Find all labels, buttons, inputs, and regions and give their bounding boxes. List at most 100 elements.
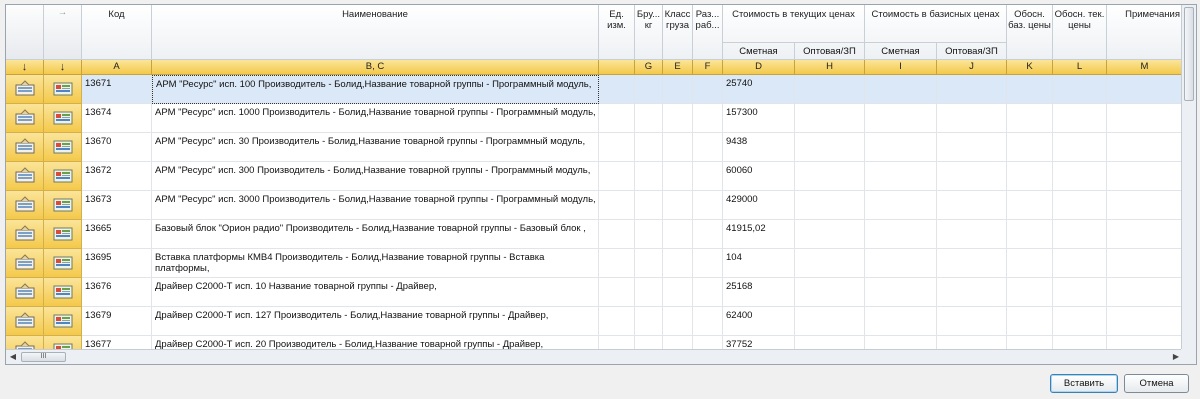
details-row-icon[interactable]	[44, 133, 82, 162]
header-arrow-col1[interactable]	[6, 5, 44, 60]
cell-kod[interactable]: 13665	[82, 220, 152, 249]
vertical-scrollbar[interactable]	[1181, 5, 1196, 350]
cell-empty[interactable]	[1107, 133, 1183, 162]
cell-empty[interactable]	[635, 162, 663, 191]
cell-empty[interactable]	[693, 278, 723, 307]
cell-empty[interactable]	[693, 249, 723, 278]
cell-empty[interactable]	[937, 191, 1007, 220]
cell-empty[interactable]	[865, 220, 937, 249]
cell-empty[interactable]	[795, 162, 865, 191]
cell-empty[interactable]	[795, 104, 865, 133]
header-base-smetn[interactable]: Сметная	[865, 42, 937, 60]
cell-empty[interactable]	[795, 307, 865, 336]
insert-row-icon[interactable]	[6, 249, 44, 278]
insert-row-icon[interactable]	[6, 278, 44, 307]
cell-empty[interactable]	[663, 249, 693, 278]
cell-empty[interactable]	[663, 220, 693, 249]
cell-empty[interactable]	[663, 278, 693, 307]
details-row-icon[interactable]	[44, 104, 82, 133]
cell-empty[interactable]	[1053, 162, 1107, 191]
cell-empty[interactable]	[599, 220, 635, 249]
cell-kod[interactable]: 13672	[82, 162, 152, 191]
header-cur-smetn[interactable]: Сметная	[723, 42, 795, 60]
table-row[interactable]: 13674 АРМ "Ресурс" исп. 1000 Производител…	[6, 104, 1183, 133]
details-row-icon[interactable]	[44, 162, 82, 191]
cell-price[interactable]: 25740	[723, 75, 795, 104]
cell-empty[interactable]	[599, 75, 635, 104]
horizontal-scrollbar[interactable]: ◀ III ▶	[6, 349, 1183, 364]
cell-empty[interactable]	[635, 104, 663, 133]
cell-empty[interactable]	[1053, 75, 1107, 104]
cell-name[interactable]: АРМ "Ресурс" исп. 100 Производитель - Бо…	[152, 75, 599, 104]
cell-empty[interactable]	[1007, 162, 1053, 191]
cell-empty[interactable]	[1007, 307, 1053, 336]
header-brutto[interactable]: Бру... кг	[635, 5, 663, 60]
cell-empty[interactable]	[1107, 278, 1183, 307]
cell-kod[interactable]: 13679	[82, 307, 152, 336]
cell-empty[interactable]	[937, 249, 1007, 278]
cell-empty[interactable]	[663, 162, 693, 191]
cell-empty[interactable]	[1107, 191, 1183, 220]
cell-kod[interactable]: 13695	[82, 249, 152, 278]
cell-empty[interactable]	[795, 191, 865, 220]
cell-empty[interactable]	[865, 133, 937, 162]
insert-row-icon[interactable]	[6, 307, 44, 336]
cell-empty[interactable]	[1107, 162, 1183, 191]
cell-empty[interactable]	[693, 75, 723, 104]
header-arrow-col2[interactable]: →	[44, 5, 82, 60]
cell-empty[interactable]	[1007, 191, 1053, 220]
cell-empty[interactable]	[1007, 220, 1053, 249]
header-unit[interactable]: Ед. изм.	[599, 5, 635, 60]
cell-empty[interactable]	[635, 307, 663, 336]
cell-empty[interactable]	[693, 162, 723, 191]
sort-down-icon[interactable]: ↓	[6, 60, 44, 75]
cell-price[interactable]: 157300	[723, 104, 795, 133]
cell-empty[interactable]	[635, 133, 663, 162]
scroll-left-icon[interactable]: ◀	[7, 351, 19, 363]
insert-button[interactable]: Вставить	[1050, 374, 1118, 393]
table-row[interactable]: 13695 Вставка платформы КМВ4 Производител…	[6, 249, 1183, 278]
cell-name[interactable]: Драйвер С2000-Т исп. 10 Название товарно…	[152, 278, 599, 307]
cell-empty[interactable]	[1053, 133, 1107, 162]
cell-price[interactable]: 9438	[723, 133, 795, 162]
details-row-icon[interactable]	[44, 191, 82, 220]
cell-empty[interactable]	[635, 249, 663, 278]
cell-empty[interactable]	[937, 104, 1007, 133]
cell-empty[interactable]	[1007, 278, 1053, 307]
details-row-icon[interactable]	[44, 249, 82, 278]
cell-empty[interactable]	[1107, 249, 1183, 278]
insert-row-icon[interactable]	[6, 75, 44, 104]
cell-empty[interactable]	[599, 278, 635, 307]
cancel-button[interactable]: Отмена	[1124, 374, 1189, 393]
cell-empty[interactable]	[937, 75, 1007, 104]
cell-empty[interactable]	[937, 162, 1007, 191]
cell-price[interactable]: 62400	[723, 307, 795, 336]
cell-empty[interactable]	[693, 307, 723, 336]
cell-empty[interactable]	[693, 220, 723, 249]
cell-empty[interactable]	[1007, 75, 1053, 104]
table-row[interactable]: 13671 АРМ "Ресурс" исп. 100 Производитель…	[6, 75, 1183, 104]
cell-empty[interactable]	[693, 104, 723, 133]
table-row[interactable]: 13673 АРМ "Ресурс" исп. 3000 Производител…	[6, 191, 1183, 220]
cell-empty[interactable]	[795, 133, 865, 162]
cell-empty[interactable]	[937, 278, 1007, 307]
cell-empty[interactable]	[937, 220, 1007, 249]
cell-price[interactable]: 429000	[723, 191, 795, 220]
cell-empty[interactable]	[1007, 249, 1053, 278]
cell-empty[interactable]	[865, 278, 937, 307]
header-name[interactable]: Наименование	[152, 5, 599, 60]
header-klass[interactable]: Класс груза	[663, 5, 693, 60]
cell-name[interactable]: Вставка платформы КМВ4 Производитель - Б…	[152, 249, 599, 278]
cell-empty[interactable]	[663, 133, 693, 162]
cell-empty[interactable]	[795, 220, 865, 249]
header-obos-tek[interactable]: Обосн. тек. цены	[1053, 5, 1107, 60]
cell-empty[interactable]	[663, 75, 693, 104]
header-prim[interactable]: Примечания	[1107, 5, 1183, 60]
cell-empty[interactable]	[599, 307, 635, 336]
cell-empty[interactable]	[693, 133, 723, 162]
vertical-scroll-thumb[interactable]	[1184, 7, 1194, 101]
cell-empty[interactable]	[1053, 220, 1107, 249]
cell-empty[interactable]	[865, 307, 937, 336]
cell-empty[interactable]	[599, 249, 635, 278]
cell-empty[interactable]	[663, 307, 693, 336]
